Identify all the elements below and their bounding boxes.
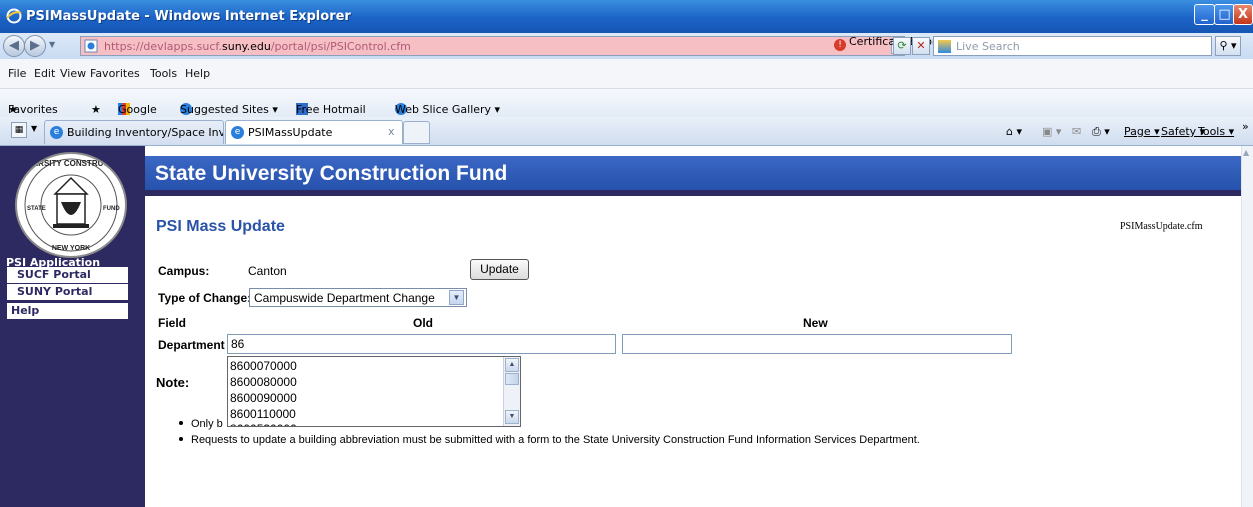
page-menu[interactable]: Page ▾	[1124, 125, 1160, 138]
tab-building-inventory[interactable]: e Building Inventory/Space Inv...	[44, 120, 224, 144]
svg-text:NEW YORK: NEW YORK	[52, 245, 90, 252]
menu-favorites[interactable]: Favorites	[90, 67, 140, 80]
suny-portal-home-link[interactable]: SUNY Portal Home	[7, 284, 128, 313]
search-placeholder: Live Search	[956, 40, 1020, 53]
url-text: https://devlapps.sucf.suny.edu/portal/ps…	[104, 40, 411, 53]
address-field[interactable]: https://devlapps.sucf.suny.edu/portal/ps…	[80, 36, 905, 56]
menu-view[interactable]: View	[60, 67, 86, 80]
tab-close-icon[interactable]: x	[388, 125, 395, 138]
live-search-icon	[938, 40, 951, 53]
scroll-up-icon[interactable]: ▲	[505, 358, 519, 372]
list-item[interactable]: 8600080000	[230, 374, 297, 390]
svg-text:UNIVERSITY CONSTRUCTION: UNIVERSITY CONSTRUCTION	[17, 159, 125, 168]
header-banner: State University Construction Fund	[145, 156, 1243, 196]
note-bullet-2: Requests to update a building abbreviati…	[179, 434, 920, 446]
menu-help[interactable]: Help	[185, 67, 210, 80]
close-button[interactable]: X	[1233, 4, 1253, 25]
ie-logo-icon	[6, 8, 22, 24]
tab-psimassupdate[interactable]: e PSIMassUpdate x	[225, 120, 403, 144]
favorites-bar: ★ Favorites ★ Google Suggested Sites ▾ F…	[0, 89, 1253, 117]
quick-tabs-icon[interactable]: ▦	[11, 122, 27, 138]
tab-label: PSIMassUpdate	[248, 126, 333, 139]
maximize-button[interactable]: □	[1214, 4, 1235, 25]
list-item[interactable]: 8600110000	[230, 406, 296, 422]
update-button[interactable]: Update	[470, 259, 529, 280]
tab-bar: ▦ ▼ e Building Inventory/Space Inv... e …	[0, 117, 1253, 146]
window-title-bar: PSIMassUpdate - Windows Internet Explore…	[0, 0, 1253, 33]
site-header: State University Construction Fund	[145, 146, 1243, 206]
campus-label: Campus:	[158, 264, 210, 278]
type-of-change-select[interactable]: Campuswide Department Change ▼	[249, 288, 467, 307]
address-toolbar: ◀ ▶ ▼ https://devlapps.sucf.suny.edu/por…	[0, 33, 1253, 59]
tools-menu[interactable]: Tools ▾	[1198, 125, 1234, 138]
sucf-portal-home-link[interactable]: SUCF Portal Home	[7, 267, 128, 296]
minimize-button[interactable]: _	[1194, 4, 1215, 25]
scroll-up-icon[interactable]: ▲	[1243, 148, 1249, 157]
field-header: Field	[158, 316, 187, 330]
site-title: State University Construction Fund	[155, 162, 508, 185]
old-department-input[interactable]: 86	[227, 334, 616, 354]
page-icon	[84, 39, 98, 53]
type-of-change-label: Type of Change:	[158, 291, 252, 305]
list-item[interactable]: 8600090000	[230, 390, 297, 406]
tab-list-dropdown-icon[interactable]: ▼	[31, 124, 37, 133]
page-scrollbar[interactable]: ▲	[1241, 146, 1253, 507]
old-header: Old	[413, 316, 433, 330]
search-input[interactable]: Live Search	[933, 36, 1212, 56]
note-bullet-1: Only b	[179, 418, 223, 430]
ie-page-icon: e	[231, 126, 244, 139]
list-item[interactable]: 8600070000	[230, 358, 297, 374]
svg-text:STATE: STATE	[27, 206, 46, 212]
search-button[interactable]: ⚲ ▾	[1215, 36, 1241, 56]
type-of-change-value: Campuswide Department Change	[254, 291, 435, 305]
shield-icon: !	[834, 39, 846, 51]
sidebar: UNIVERSITY CONSTRUCTION NEW YORK STATE F…	[0, 146, 145, 507]
back-button[interactable]: ◀	[3, 35, 25, 57]
menu-edit[interactable]: Edit	[34, 67, 55, 80]
page-title: PSI Mass Update	[156, 218, 285, 235]
ie-page-icon: e	[50, 126, 63, 139]
menu-tools[interactable]: Tools	[150, 67, 177, 80]
print-icon[interactable]: ⎙ ▾	[1092, 125, 1110, 139]
department-autocomplete-list[interactable]: 8600070000 8600080000 8600090000 8600110…	[227, 356, 521, 427]
new-department-input[interactable]	[622, 334, 1012, 354]
more-commands-icon[interactable]: »	[1242, 120, 1249, 133]
refresh-button[interactable]: ⟳	[893, 37, 911, 55]
scroll-down-icon[interactable]: ▼	[505, 410, 519, 424]
svg-text:FUND: FUND	[103, 206, 120, 212]
window-title: PSIMassUpdate - Windows Internet Explore…	[26, 9, 351, 24]
history-dropdown-icon[interactable]: ▼	[49, 40, 55, 49]
scroll-thumb[interactable]	[505, 373, 519, 385]
autocomplete-scrollbar[interactable]: ▲ ▼	[503, 357, 520, 426]
chevron-down-icon[interactable]: ▼	[449, 290, 464, 305]
web-page: UNIVERSITY CONSTRUCTION NEW YORK STATE F…	[0, 146, 1253, 507]
list-item[interactable]: 8600530000	[230, 421, 297, 426]
tab-label: Building Inventory/Space Inv...	[67, 126, 224, 139]
home-icon[interactable]: ⌂ ▾	[1006, 125, 1022, 138]
main-content: PSI Mass Update PSIMassUpdate.cfm Campus…	[145, 206, 1241, 507]
seal-icon: UNIVERSITY CONSTRUCTION NEW YORK STATE F…	[17, 158, 125, 252]
menu-bar: File Edit View Favorites Tools Help	[0, 59, 1253, 89]
stop-button[interactable]: ✕	[912, 37, 930, 55]
campus-value: Canton	[248, 264, 287, 278]
sucf-seal-logo: UNIVERSITY CONSTRUCTION NEW YORK STATE F…	[15, 152, 127, 258]
note-label: Note:	[156, 375, 190, 390]
mail-icon[interactable]: ✉	[1072, 125, 1081, 138]
file-name: PSIMassUpdate.cfm	[1120, 221, 1203, 232]
help-link[interactable]: Help	[7, 303, 128, 319]
new-tab-button[interactable]	[403, 121, 430, 144]
department-label: Department	[158, 338, 225, 352]
new-header: New	[803, 316, 828, 330]
forward-button[interactable]: ▶	[24, 35, 46, 57]
menu-file[interactable]: File	[8, 67, 26, 80]
feeds-icon[interactable]: ▣ ▾	[1042, 125, 1061, 138]
